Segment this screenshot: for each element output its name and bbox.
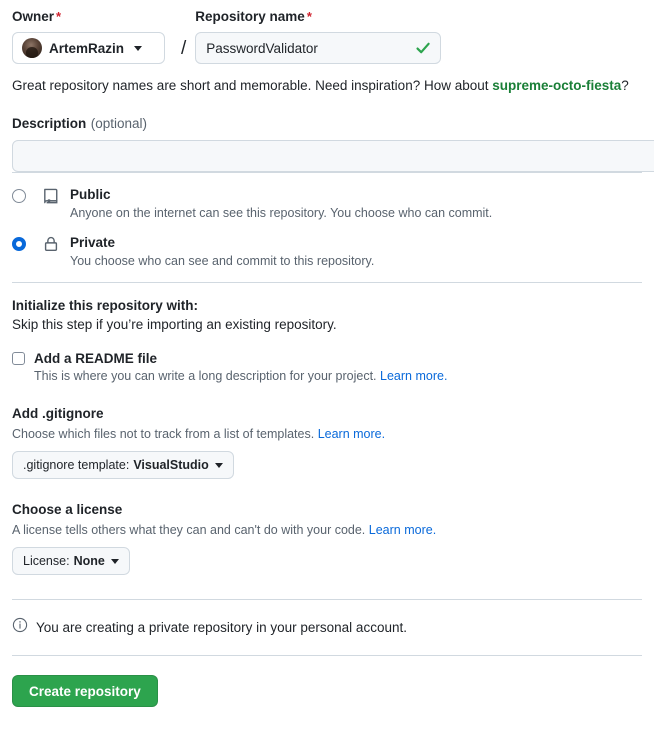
chevron-down-icon (110, 558, 119, 564)
visibility-notice: You are creating a private repository in… (12, 617, 642, 638)
gitignore-button-prefix: .gitignore template: (23, 458, 130, 472)
notice-text: You are creating a private repository in… (36, 620, 407, 635)
license-title: Choose a license (12, 502, 123, 517)
description-label: Description (12, 116, 87, 131)
repo-name-required-asterisk: * (306, 8, 312, 24)
license-help: A license tells others what they can and… (12, 523, 642, 537)
repository-name-label: Repository name (195, 8, 305, 24)
license-button-prefix: License: (23, 554, 70, 568)
initialize-title: Initialize this repository with: (12, 298, 199, 313)
visibility-public-description: Anyone on the internet can see this repo… (70, 206, 493, 220)
divider-before-submit (12, 655, 642, 656)
radio-private[interactable] (12, 237, 26, 251)
owner-label-line: Owner * (12, 6, 172, 26)
gitignore-help-text: Choose which files not to track from a l… (12, 427, 315, 441)
owner-label: Owner (12, 8, 55, 24)
initialize-subtitle: Skip this step if you’re importing an ex… (12, 317, 337, 332)
owner-required-asterisk: * (56, 8, 62, 24)
lock-icon (42, 234, 62, 258)
create-repository-form: Owner * ArtemRazin / Repository name * P… (0, 6, 654, 737)
owner-dropdown-button[interactable]: ArtemRazin (12, 32, 165, 64)
repo-name-hint: Great repository names are short and mem… (12, 78, 642, 93)
gitignore-title: Add .gitignore (12, 406, 104, 421)
hint-prefix: Great repository names are short and mem… (12, 78, 493, 93)
create-repository-button[interactable]: Create repository (12, 675, 158, 707)
license-button-value: None (73, 554, 105, 568)
divider-before-notice (12, 599, 642, 600)
radio-public[interactable] (12, 189, 26, 203)
license-dropdown[interactable]: License: None (12, 547, 130, 575)
hint-suffix: ? (621, 78, 629, 93)
repository-name-field: Repository name * PasswordValidator (195, 6, 642, 64)
visibility-options: Public Anyone on the internet can see th… (12, 186, 642, 268)
info-icon (12, 617, 28, 638)
check-icon (415, 40, 431, 59)
hint-suggestion-link[interactable]: supreme-octo-fiesta (492, 78, 621, 93)
visibility-public-title: Public (70, 187, 111, 202)
description-input[interactable] (12, 140, 654, 172)
checkbox-add-readme[interactable] (12, 352, 25, 365)
chevron-down-icon (134, 45, 143, 51)
visibility-private-text: Private You choose who can see and commi… (70, 234, 374, 268)
repository-name-input[interactable]: PasswordValidator (195, 32, 442, 64)
license-learn-more-link[interactable]: Learn more. (369, 523, 436, 537)
readme-checkbox-row[interactable]: Add a README file (12, 351, 642, 366)
visibility-public-text: Public Anyone on the internet can see th… (70, 186, 492, 220)
gitignore-help: Choose which files not to track from a l… (12, 427, 642, 441)
path-separator: / (181, 38, 187, 59)
visibility-private-description: You choose who can see and commit to thi… (70, 254, 375, 268)
visibility-private-title: Private (70, 235, 116, 250)
owner-name: ArtemRazin (49, 40, 125, 56)
avatar (22, 38, 42, 58)
readme-help-text: This is where you can write a long descr… (34, 369, 377, 383)
description-optional-note: (optional) (90, 116, 147, 131)
visibility-option-private[interactable]: Private You choose who can see and commi… (12, 234, 642, 268)
gitignore-template-dropdown[interactable]: .gitignore template: VisualStudio (12, 451, 234, 479)
divider-after-description (12, 172, 642, 173)
description-label-line: Description (optional) (12, 115, 642, 133)
visibility-option-public[interactable]: Public Anyone on the internet can see th… (12, 186, 642, 220)
owner-and-name-row: Owner * ArtemRazin / Repository name * P… (12, 6, 642, 64)
repo-icon (42, 186, 62, 210)
readme-learn-more-link[interactable]: Learn more. (380, 369, 447, 383)
readme-label: Add a README file (34, 351, 158, 366)
gitignore-learn-more-link[interactable]: Learn more. (318, 427, 385, 441)
repo-name-label-line: Repository name * (195, 6, 642, 26)
owner-field: Owner * ArtemRazin (12, 6, 172, 64)
license-help-text: A license tells others what they can and… (12, 523, 366, 537)
readme-help: This is where you can write a long descr… (34, 369, 642, 383)
chevron-down-icon (214, 462, 223, 468)
divider-after-visibility (12, 282, 642, 283)
repository-name-value: PasswordValidator (206, 40, 318, 56)
gitignore-button-value: VisualStudio (133, 458, 209, 472)
